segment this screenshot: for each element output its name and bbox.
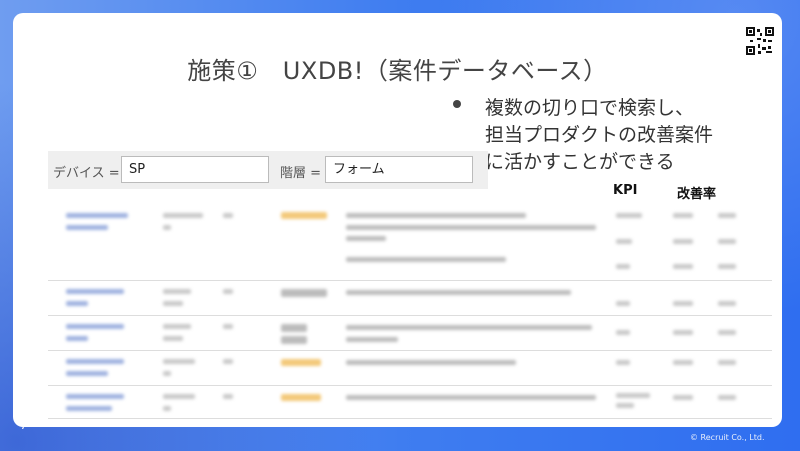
qr-code-icon: [746, 27, 774, 55]
slide-card: 施策① UXDB!（案件データベース） 複数の切り口で検索し、 担当プロダクトの…: [13, 13, 782, 427]
table-row[interactable]: [48, 199, 772, 281]
slide-title: 施策① UXDB!（案件データベース）: [187, 57, 608, 85]
filter-label-device: デバイス =: [53, 166, 120, 181]
table-row[interactable]: [48, 386, 772, 419]
layer-filter-input[interactable]: フォーム: [325, 156, 473, 183]
status-badge: [281, 394, 321, 401]
row-link[interactable]: [66, 394, 124, 399]
status-badge: [281, 289, 327, 297]
row-link[interactable]: [66, 213, 128, 218]
copyright-text: © Recruit Co., Ltd.: [690, 433, 765, 442]
table-row[interactable]: [48, 316, 772, 351]
bullet-line-1: 複数の切り口で検索し、: [485, 97, 695, 119]
page-number: 7: [20, 419, 27, 432]
bullet-line-2: 担当プロダクトの改善案件: [485, 124, 714, 146]
table-row[interactable]: [48, 351, 772, 386]
slide-frame: 施策① UXDB!（案件データベース） 複数の切り口で検索し、 担当プロダクトの…: [0, 0, 800, 451]
table-row[interactable]: [48, 281, 772, 316]
column-header-kpi: KPI: [613, 183, 638, 198]
row-link[interactable]: [66, 289, 124, 294]
status-badge: [281, 212, 327, 219]
status-badge: [281, 324, 307, 332]
bullet-dot-icon: [453, 100, 461, 108]
bullet-line-3: に活かすことができる: [485, 151, 675, 173]
device-filter-input[interactable]: SP: [121, 156, 269, 183]
filter-bar: デバイス = SP 階層 = フォーム: [48, 151, 488, 189]
status-badge: [281, 359, 321, 366]
row-link[interactable]: [66, 324, 124, 329]
filter-label-layer: 階層 =: [280, 166, 322, 181]
row-link[interactable]: [66, 359, 124, 364]
